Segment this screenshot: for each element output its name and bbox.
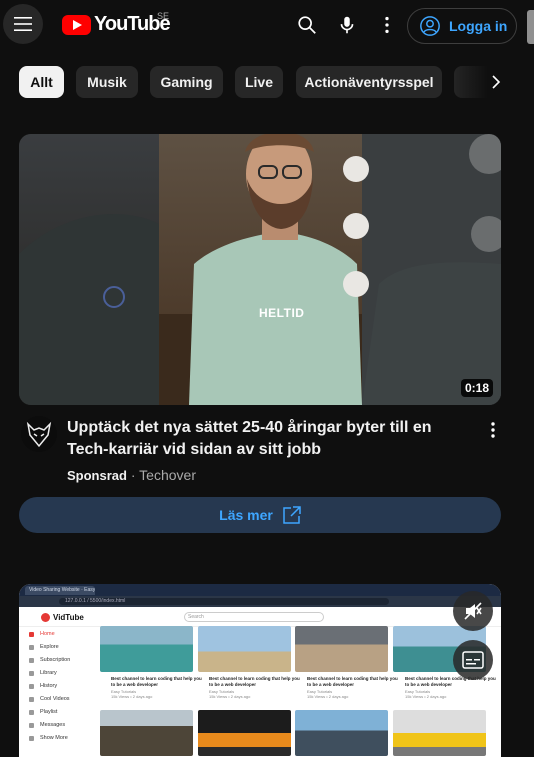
browser-tab: Video Sharing Website · Easy T… (25, 586, 95, 595)
site-video-thumb (100, 710, 193, 756)
meta-separator: · (130, 467, 136, 483)
browser-url: 127.0.0.1 / 5500/index.html (59, 598, 389, 605)
site-card-title: Best channel to learn coding that help y… (307, 676, 398, 687)
ad-meta: Sponsrad · Techover (67, 467, 196, 483)
site-logo: VidTube (41, 613, 84, 622)
login-label: Logga in (449, 18, 508, 34)
category-chips: Allt Musik Gaming Live Actionäventyrsspe… (0, 66, 534, 98)
top-bar: YouTube SE Logga in (0, 0, 534, 54)
youtube-play-icon (62, 14, 91, 35)
ad-thumbnail[interactable]: HELTID 0:18 (19, 134, 501, 405)
site-video-thumb (100, 626, 193, 672)
site-video-thumb (393, 710, 486, 756)
scrollbar[interactable] (527, 10, 534, 44)
site-header: VidTube Search (19, 607, 501, 627)
site-video-thumb (295, 626, 388, 672)
site-sidebar-item: History (29, 681, 57, 691)
ad-title[interactable]: Upptäck det nya sättet 25-40 åringar byt… (67, 417, 467, 461)
account-icon (420, 16, 440, 36)
site-logo-icon (41, 613, 50, 622)
browser-address-bar: 127.0.0.1 / 5500/index.html (19, 596, 501, 607)
advertiser-avatar[interactable] (21, 416, 57, 452)
site-sidebar-item: Messages (29, 720, 65, 730)
login-button[interactable]: Logga in (407, 8, 517, 44)
chip-musik[interactable]: Musik (76, 66, 138, 98)
menu-icon (14, 17, 32, 31)
chevron-right-icon (492, 75, 501, 89)
mute-icon (464, 602, 482, 620)
site-sidebar-item: Library (29, 668, 57, 678)
captions-button[interactable] (453, 640, 493, 680)
mute-button[interactable] (453, 591, 493, 631)
site-video-thumb (198, 710, 291, 756)
menu-button[interactable] (3, 4, 43, 44)
site-card-title: Best channel to learn coding that help y… (405, 676, 496, 687)
youtube-logo[interactable]: YouTube (62, 13, 171, 36)
site-video-thumb (295, 710, 388, 756)
thumbnail-caption: HELTID (259, 306, 305, 320)
chip-live[interactable]: Live (235, 66, 283, 98)
country-code: SE (157, 11, 170, 21)
video-duration: 0:18 (460, 379, 493, 397)
site-sidebar-item: Subscription (29, 655, 70, 665)
site-sidebar: Home Explore Subscription Library Histor… (19, 627, 99, 757)
browser-tab-bar: Video Sharing Website · Easy T… (19, 584, 501, 596)
wolf-logo-icon (21, 416, 57, 452)
learn-more-button[interactable]: Läs mer (19, 497, 501, 533)
advertiser-name[interactable]: Techover (139, 467, 196, 483)
captions-icon (462, 651, 484, 669)
site-card-stats: 15k Views • 2 days ago (209, 694, 251, 699)
site-sidebar-item: Show More (29, 733, 68, 743)
ad-thumbnail-image (19, 134, 501, 405)
site-card-stats: 15k Views • 2 days ago (405, 694, 447, 699)
more-vert-icon[interactable] (376, 14, 398, 36)
chip-gaming[interactable]: Gaming (150, 66, 223, 98)
chips-next-button[interactable] (480, 66, 512, 98)
site-sidebar-item: Playlist (29, 707, 57, 717)
search-icon[interactable] (296, 14, 318, 36)
external-link-icon (283, 506, 301, 524)
site-sidebar-item: Home (29, 629, 55, 639)
learn-more-label: Läs mer (219, 507, 273, 523)
site-sidebar-item: Explore (29, 642, 59, 652)
site-card-title: Best channel to learn coding that help y… (111, 676, 202, 687)
site-video-thumb (198, 626, 291, 672)
video-thumbnail[interactable]: Video Sharing Website · Easy T… 127.0.0.… (19, 584, 501, 757)
more-vert-icon[interactable] (484, 420, 502, 440)
chip-allt[interactable]: Allt (19, 66, 64, 98)
mic-icon[interactable] (336, 14, 358, 36)
site-card-title: Best channel to learn coding that help y… (209, 676, 300, 687)
chip-actionaventyrsspel[interactable]: Actionäventyrsspel (296, 66, 442, 98)
site-sidebar-item: Cool Videos (29, 694, 70, 704)
site-search: Search (184, 612, 324, 622)
site-card-stats: 15k Views • 2 days ago (307, 694, 349, 699)
sponsored-label: Sponsrad (67, 468, 127, 483)
site-card-stats: 15k Views • 2 days ago (111, 694, 153, 699)
